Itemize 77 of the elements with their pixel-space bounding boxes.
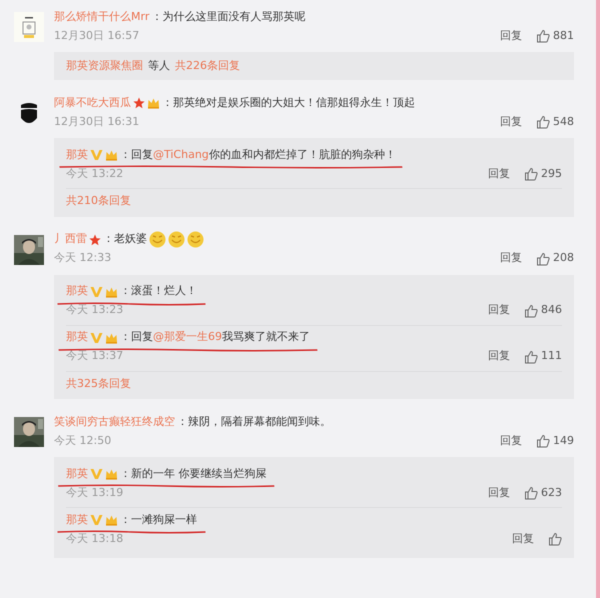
timestamp: 今天 13:19 — [66, 484, 124, 501]
crown-icon — [105, 332, 118, 344]
thumbs-up-icon — [548, 532, 562, 546]
reply-link[interactable]: 回复 — [512, 530, 534, 548]
mention-link[interactable]: @TiChang — [153, 148, 209, 161]
thumbs-up-icon — [524, 350, 538, 364]
reply-link[interactable]: 回复 — [500, 432, 522, 450]
reply-text: ：回复@TiChang你的血和内都烂掉了！肮脏的狗杂种！ — [120, 146, 396, 163]
star-icon — [89, 234, 101, 246]
thumbs-up-icon — [524, 486, 538, 500]
reply-link[interactable]: 回复 — [500, 250, 522, 267]
comment-text: ：为什么这里面没有人骂那英呢 — [151, 8, 306, 25]
timestamp: 12月30日 16:57 — [54, 28, 140, 44]
verified-icon — [90, 468, 103, 480]
like-count: 846 — [541, 302, 562, 318]
comment-text: ：老妖婆 — [103, 231, 147, 248]
timestamp: 12月30日 16:31 — [54, 114, 140, 130]
timestamp: 今天 12:50 — [54, 432, 112, 449]
more-replies-link[interactable]: 共325条回复 — [66, 372, 562, 394]
thumbs-up-icon — [524, 304, 538, 318]
crown-icon — [147, 97, 160, 109]
like-count: 623 — [541, 484, 562, 501]
reply-link[interactable]: 回复 — [488, 348, 510, 365]
timestamp: 今天 13:22 — [66, 166, 124, 182]
reply-link[interactable]: 回复 — [488, 484, 510, 502]
user-name[interactable]: 那英 — [66, 329, 88, 346]
thumbs-up-icon — [536, 252, 550, 266]
like-count: 111 — [541, 348, 562, 364]
mention-link[interactable]: @那爱一生69 — [153, 330, 222, 344]
user-name[interactable]: 那么矫情干什么Mrr — [54, 8, 150, 26]
user-name[interactable]: 丿西雷 — [54, 231, 87, 248]
star-icon — [133, 97, 145, 109]
verified-icon — [90, 149, 103, 161]
user-name[interactable]: 阿暴不吃大西瓜 — [54, 94, 131, 112]
comment-text: ：辣阴，隔着屏幕都能闻到味。 — [177, 414, 331, 430]
user-name[interactable]: 那英 — [66, 146, 88, 164]
user-name[interactable]: 那英 — [66, 512, 88, 528]
timestamp: 今天 12:33 — [54, 250, 112, 266]
reply-link[interactable]: 回复 — [500, 114, 522, 130]
reply-link[interactable]: 回复 — [488, 302, 510, 319]
thumbs-up-icon — [536, 434, 550, 448]
crown-icon — [105, 514, 118, 526]
like-count: 149 — [553, 432, 574, 449]
verified-icon — [90, 514, 103, 526]
crown-icon — [105, 149, 118, 161]
crown-icon — [105, 468, 118, 480]
timestamp: 今天 13:23 — [66, 302, 124, 318]
reply-text: ：回复@那爱一生69我骂爽了就不来了 — [120, 329, 310, 346]
reply-link[interactable]: 回复 — [500, 28, 522, 44]
more-replies-link[interactable]: 共226条回复 — [175, 58, 240, 74]
like-count: 548 — [553, 114, 574, 130]
verified-icon — [90, 286, 103, 298]
user-name[interactable]: 那英资源聚焦圈 — [66, 58, 143, 74]
crown-icon — [105, 286, 118, 298]
thumbs-up-icon — [524, 167, 538, 181]
user-name[interactable]: 那英 — [66, 466, 88, 482]
summary-text: 等人 — [148, 58, 170, 74]
reply-text: ：新的一年 你要继续当烂狗屎 — [120, 466, 266, 482]
reply-text: ：一滩狗屎一样 — [120, 512, 197, 528]
timestamp: 今天 13:37 — [66, 348, 124, 364]
thumbs-up-icon — [536, 115, 550, 129]
reply-text: ：滚蛋！烂人！ — [120, 283, 197, 300]
reply-link[interactable]: 回复 — [488, 166, 510, 182]
comment-text: ：那英绝对是娱乐圈的大姐大！信那姐得永生！顶起 — [162, 94, 415, 111]
more-replies-link[interactable]: 共210条回复 — [66, 189, 562, 212]
like-count: 881 — [553, 28, 574, 44]
like-count: 208 — [553, 250, 574, 266]
avatar-icon — [14, 12, 44, 42]
verified-icon — [90, 332, 103, 344]
user-name[interactable]: 那英 — [66, 283, 88, 300]
emoji-icon — [168, 231, 185, 248]
user-name[interactable]: 笑谈间穷古癫轻狂终成空 — [54, 414, 175, 430]
emoji-icon — [149, 231, 166, 248]
emoji-icon — [187, 231, 204, 248]
thumbs-up-icon — [536, 29, 550, 43]
timestamp: 今天 13:18 — [66, 530, 124, 547]
like-count: 295 — [541, 166, 562, 182]
